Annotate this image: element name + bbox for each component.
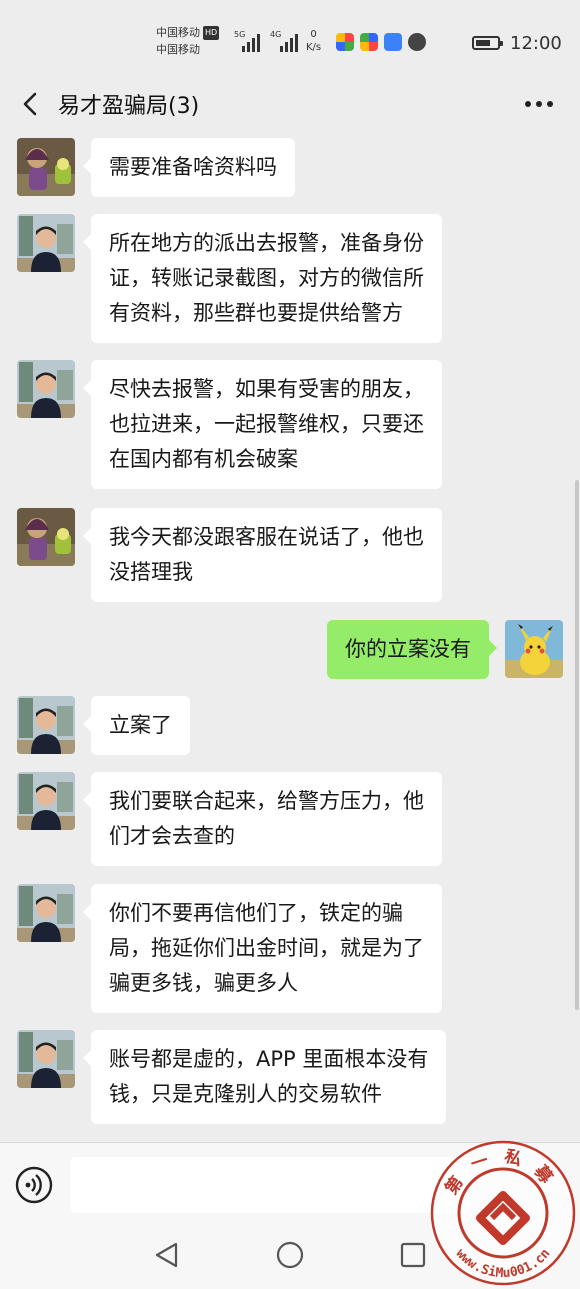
app-notify-icon bbox=[408, 33, 426, 51]
incoming-message-bubble[interactable]: 账号都是虚的，APP 里面根本没有 钱，只是克隆别人的交易软件 bbox=[82, 1030, 447, 1124]
message-text-line: 你们不要再信他们了，铁定的骗 bbox=[109, 901, 403, 925]
avatar-man-icon[interactable] bbox=[17, 1030, 75, 1088]
hd-badge: HD bbox=[203, 26, 220, 40]
message-text-line: 们才会去查的 bbox=[109, 824, 235, 848]
message-text-line: 立案了 bbox=[109, 713, 172, 737]
message-text-line: 证，转账记录截图，对方的微信所 bbox=[109, 266, 424, 290]
avatar-man-icon[interactable] bbox=[17, 884, 75, 942]
message-text-line: 我们要联合起来，给警方压力，他 bbox=[109, 789, 424, 813]
carrier-2: 中国移动 bbox=[156, 43, 200, 56]
signal-5g-icon: 5G bbox=[234, 30, 260, 52]
carrier-1-label: 中国移动 bbox=[156, 26, 200, 39]
message-text-line: 骗更多钱，骗更多人 bbox=[109, 971, 298, 995]
nav-back-icon[interactable] bbox=[152, 1240, 182, 1270]
avatar-pikachu-icon[interactable] bbox=[505, 620, 563, 678]
chat-scrollbar[interactable] bbox=[575, 480, 579, 1010]
message-text-line: 所在地方的派出去报警，准备身份 bbox=[109, 231, 424, 255]
message-text-line: 账号都是虚的，APP 里面根本没有 bbox=[109, 1047, 429, 1071]
net-type-2: 4G bbox=[270, 30, 282, 39]
message-text-line: 钱，只是克隆别人的交易软件 bbox=[109, 1082, 382, 1106]
status-bar: 中国移动 HD 中国移动 5G 4G 0 K/s 12:00 bbox=[0, 0, 580, 78]
message-text-line: 有资料，那些群也要提供给警方 bbox=[109, 301, 403, 325]
message-input[interactable] bbox=[70, 1157, 470, 1213]
voice-icon[interactable] bbox=[14, 1165, 54, 1205]
avatar-man-icon[interactable] bbox=[17, 214, 75, 272]
net-type-1: 5G bbox=[234, 30, 246, 39]
signal-4g-icon: 4G bbox=[270, 30, 298, 52]
incoming-message-bubble[interactable]: 所在地方的派出去报警，准备身份 证，转账记录截图，对方的微信所 有资料，那些群也要提… bbox=[83, 214, 442, 343]
incoming-message-bubble[interactable]: 尽快去报警，如果有受害的朋友， 也拉进来，一起报警维权，只要还 在国内都有机会破案 bbox=[83, 360, 442, 489]
notification-icons bbox=[336, 33, 426, 51]
avatar-man-icon[interactable] bbox=[17, 772, 75, 830]
incoming-message-bubble[interactable]: 我们要联合起来，给警方压力，他 们才会去查的 bbox=[83, 772, 442, 866]
incoming-message-bubble[interactable]: 我今天都没跟客服在说话了，他也 没搭理我 bbox=[83, 508, 442, 602]
watermark-stamp-logo: 第一私募 www.SiMu001.cn bbox=[430, 1140, 576, 1286]
net-speed-value: 0 bbox=[310, 29, 317, 40]
avatar-woman-icon[interactable] bbox=[17, 138, 75, 196]
chevron-left-icon[interactable] bbox=[18, 90, 46, 118]
incoming-message-bubble[interactable]: 你们不要再信他们了，铁定的骗 局，拖延你们出金时间，就是为了 骗更多钱，骗更多人 bbox=[83, 884, 442, 1013]
app-notify-icon bbox=[336, 33, 354, 51]
avatar-man-icon[interactable] bbox=[17, 360, 75, 418]
message-text-line: 没搭理我 bbox=[109, 560, 193, 584]
avatar-man-icon[interactable] bbox=[17, 696, 75, 754]
incoming-message-bubble[interactable]: 立案了 bbox=[83, 696, 190, 755]
app-notify-icon bbox=[384, 33, 402, 51]
message-text-line: 尽快去报警，如果有受害的朋友， bbox=[109, 377, 424, 401]
net-speed: 0 K/s bbox=[306, 28, 321, 54]
status-time: 12:00 bbox=[510, 33, 562, 54]
incoming-message-bubble[interactable]: 需要准备啥资料吗 bbox=[83, 138, 295, 197]
chat-header: 易才盈骗局(3) bbox=[0, 78, 580, 130]
message-text-line: 也拉进来，一起报警维权，只要还 bbox=[109, 412, 424, 436]
nav-recents-icon[interactable] bbox=[398, 1240, 428, 1270]
message-text-line: 你的立案没有 bbox=[345, 637, 471, 661]
chat-title: 易才盈骗局(3) bbox=[58, 94, 200, 119]
app-notify-icon bbox=[360, 33, 378, 51]
outgoing-message-bubble[interactable]: 你的立案没有 bbox=[327, 620, 497, 679]
net-speed-unit: K/s bbox=[306, 42, 322, 53]
battery-icon bbox=[472, 36, 503, 50]
message-text-line: 需要准备啥资料吗 bbox=[109, 155, 277, 179]
message-list[interactable]: 需要准备啥资料吗所在地方的派出去报警，准备身份 证，转账记录截图，对方的微信所 有资… bbox=[0, 130, 580, 1142]
more-dots-icon[interactable] bbox=[522, 90, 556, 118]
message-text-line: 在国内都有机会破案 bbox=[109, 447, 298, 471]
nav-home-icon[interactable] bbox=[275, 1240, 305, 1270]
message-text-line: 局，拖延你们出金时间，就是为了 bbox=[109, 936, 424, 960]
avatar-woman-icon[interactable] bbox=[17, 508, 75, 566]
carrier-1: 中国移动 HD bbox=[156, 26, 220, 40]
message-text-line: 我今天都没跟客服在说话了，他也 bbox=[109, 525, 424, 549]
